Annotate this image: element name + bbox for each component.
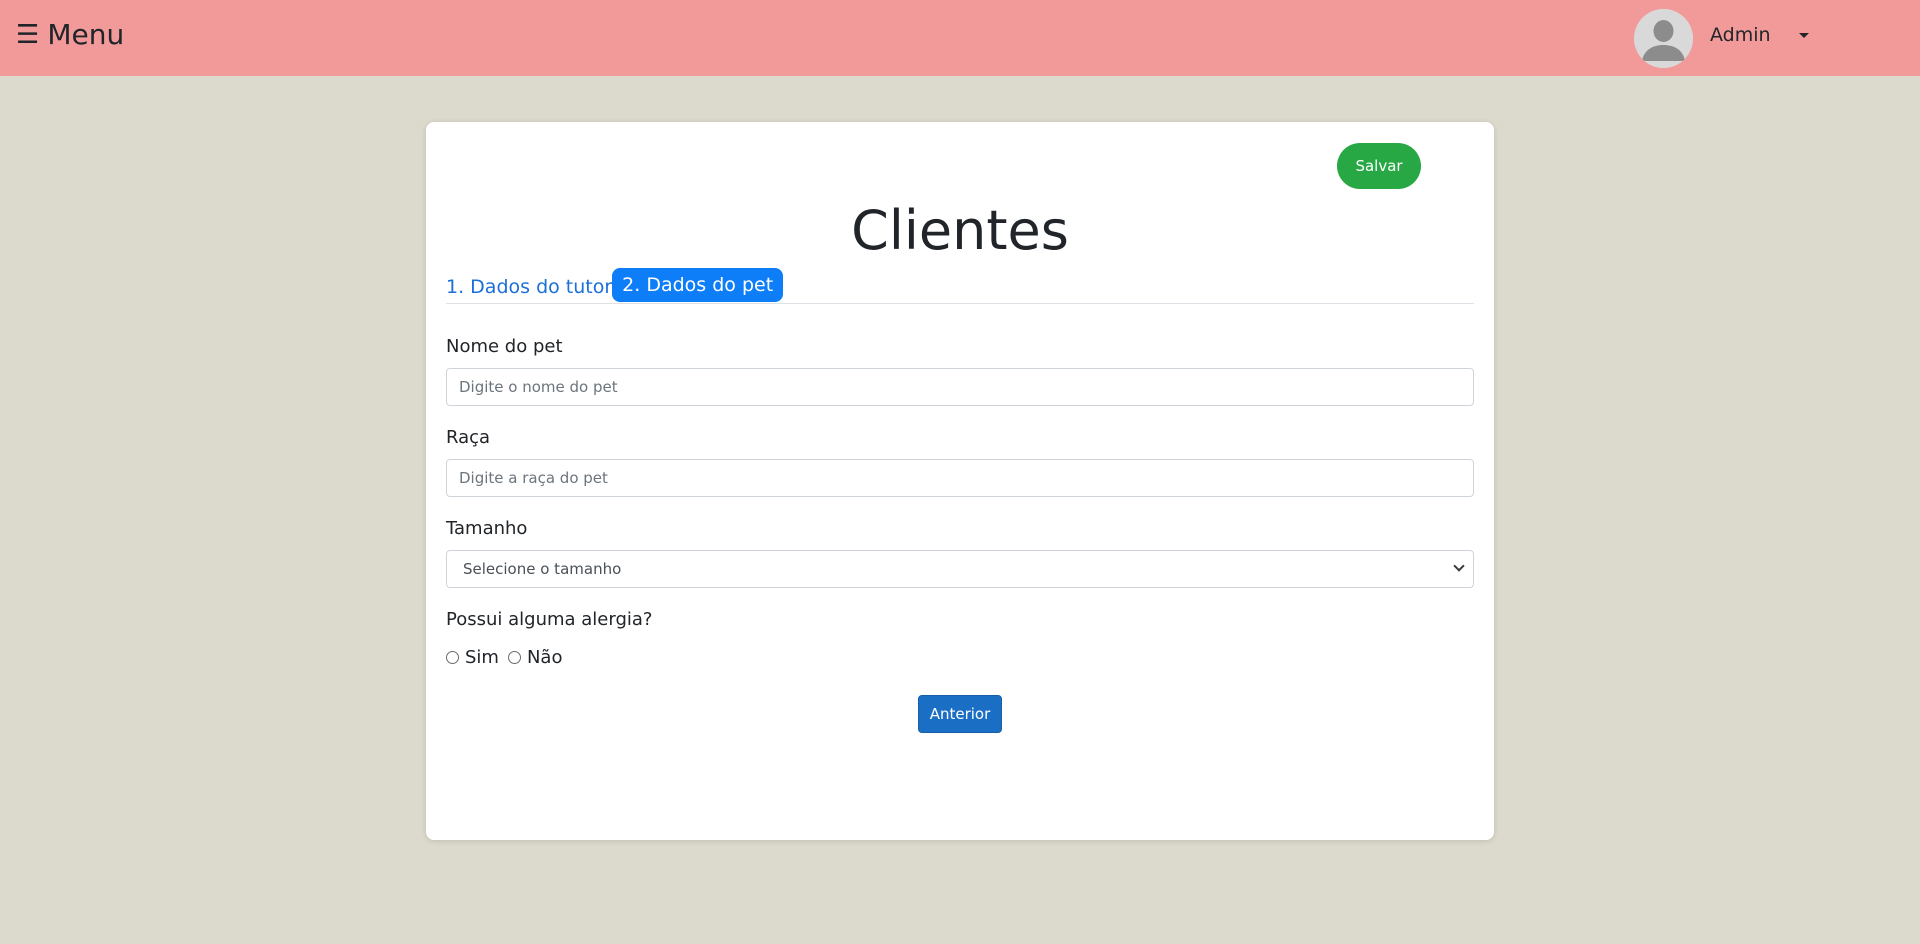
menu-label: Menu [47,18,125,51]
user-avatar-icon [1634,8,1693,68]
size-select-value: Selecione o tamanho [463,560,622,578]
allergy-options: Sim Não [446,647,1474,668]
size-group: Tamanho Selecione o tamanho [446,518,1474,588]
allergy-label: Possui alguma alergia? [446,609,653,630]
top-bar: ☰ Menu Admin [0,0,1920,76]
form-tabs: 1. Dados do tutor 2. Dados do pet [446,268,1474,304]
caret-down-icon[interactable] [1798,32,1809,38]
allergy-group: Possui alguma alergia? Sim Não [446,609,1474,668]
tab-pet-data[interactable]: 2. Dados do pet [612,268,784,302]
user-menu[interactable]: Admin [1634,8,1809,68]
allergy-yes-radio[interactable] [446,651,459,664]
allergy-no-label[interactable]: Não [527,647,563,668]
pet-name-group: Nome do pet [446,336,1474,406]
previous-button[interactable]: Anterior [918,695,1002,733]
page-title: Clientes [851,199,1069,262]
breed-label: Raça [446,427,491,448]
chevron-down-icon [1453,560,1465,572]
hamburger-icon: ☰ [16,19,40,50]
menu-toggle[interactable]: ☰ Menu [16,18,124,51]
breed-input[interactable] [446,459,1474,497]
breed-group: Raça [446,427,1474,497]
client-form-card: Salvar Clientes 1. Dados do tutor 2. Dad… [426,122,1494,840]
tab-tutor-data[interactable]: 1. Dados do tutor [446,270,612,304]
allergy-yes-label[interactable]: Sim [465,647,499,668]
pet-name-label: Nome do pet [446,336,563,357]
pet-name-input[interactable] [446,368,1474,406]
save-button[interactable]: Salvar [1337,143,1421,189]
size-select[interactable]: Selecione o tamanho [446,550,1474,588]
size-label: Tamanho [446,518,528,539]
allergy-no-radio[interactable] [507,651,521,664]
user-name: Admin [1710,24,1771,46]
